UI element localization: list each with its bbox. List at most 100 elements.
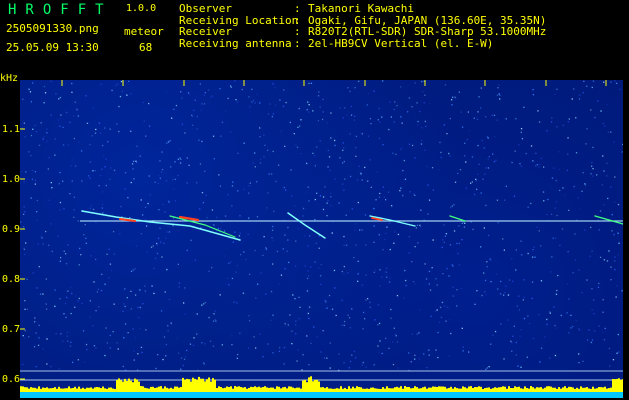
noise-speck (229, 131, 232, 133)
power-bar (34, 387, 36, 392)
noise-speck (608, 347, 611, 350)
noise-speck (383, 239, 386, 241)
noise-speck (199, 163, 202, 165)
noise-speck (22, 226, 25, 228)
noise-speck (331, 308, 334, 310)
noise-speck (444, 305, 446, 307)
power-bar (36, 388, 38, 392)
power-bar (282, 387, 284, 392)
noise-speck (377, 304, 380, 306)
noise-speck (508, 279, 511, 281)
noise-speck (567, 137, 569, 139)
power-bar (80, 388, 82, 392)
noise-speck (248, 320, 251, 322)
noise-speck (511, 161, 513, 164)
power-bar (512, 388, 514, 392)
noise-speck (256, 216, 259, 218)
noise-speck (480, 87, 482, 89)
noise-speck (357, 273, 359, 275)
noise-speck (163, 242, 165, 244)
noise-speck (539, 163, 541, 166)
noise-speck (614, 268, 616, 271)
power-bar (420, 388, 422, 392)
noise-speck (378, 322, 381, 325)
noise-speck (149, 194, 151, 196)
noise-speck (582, 172, 584, 174)
noise-speck (274, 87, 276, 89)
noise-speck (405, 279, 407, 282)
noise-speck (308, 200, 310, 202)
noise-speck (333, 269, 336, 272)
noise-speck (308, 317, 310, 320)
noise-speck (179, 148, 181, 150)
noise-speck (474, 193, 476, 196)
noise-speck (512, 280, 514, 282)
noise-speck (486, 367, 489, 369)
noise-speck (458, 242, 460, 245)
noise-speck (606, 162, 608, 165)
power-bar (600, 387, 602, 392)
noise-speck (139, 328, 141, 330)
power-bar (464, 387, 466, 392)
detection-mode: meteor (124, 25, 164, 38)
power-bar (272, 387, 274, 392)
noise-speck (172, 217, 175, 219)
noise-speck (394, 101, 396, 103)
noise-speck (28, 336, 30, 338)
meteor-trail (81, 210, 241, 241)
power-bar (382, 387, 384, 392)
noise-speck (616, 352, 618, 354)
noise-speck (24, 337, 26, 339)
noise-speck (116, 123, 118, 125)
noise-speck (132, 328, 134, 330)
noise-speck (535, 165, 537, 167)
date-time: 25.05.09 13:30 (6, 41, 99, 54)
noise-speck (480, 246, 482, 248)
noise-speck (199, 208, 201, 210)
noise-speck (391, 205, 393, 207)
noise-speck (567, 121, 569, 123)
noise-speck (486, 266, 488, 268)
noise-speck (458, 91, 460, 93)
noise-speck (349, 133, 351, 135)
noise-speck (90, 205, 92, 207)
noise-speck (88, 175, 90, 177)
noise-speck (272, 314, 274, 316)
noise-speck (144, 290, 146, 292)
noise-speck (476, 118, 479, 120)
noise-speck (59, 171, 61, 174)
noise-speck (133, 350, 135, 352)
noise-speck (614, 80, 616, 82)
noise-speck (617, 203, 620, 206)
noise-speck (450, 206, 452, 208)
noise-speck (453, 204, 455, 206)
noise-speck (426, 165, 428, 168)
noise-speck (267, 149, 269, 151)
noise-speck (451, 205, 453, 207)
noise-speck (272, 225, 274, 228)
meteor-trail (169, 215, 236, 238)
noise-speck (24, 253, 26, 255)
noise-speck (353, 119, 355, 121)
noise-speck (60, 114, 62, 116)
noise-speck (35, 332, 37, 334)
noise-speck (159, 177, 161, 179)
noise-speck (271, 237, 273, 239)
noise-speck (236, 302, 238, 304)
noise-speck (555, 201, 558, 203)
noise-speck (70, 165, 72, 167)
noise-speck (51, 187, 53, 189)
noise-speck (481, 139, 483, 142)
noise-speck (22, 98, 24, 100)
noise-speck (155, 367, 157, 370)
noise-speck (174, 178, 177, 180)
noise-speck (136, 369, 139, 371)
power-bar (556, 388, 558, 392)
power-bar (150, 386, 152, 392)
noise-speck (555, 293, 558, 295)
noise-speck (484, 279, 487, 282)
noise-speck (540, 157, 542, 159)
noise-speck (123, 337, 125, 339)
noise-speck (62, 180, 64, 182)
noise-speck (205, 194, 207, 196)
